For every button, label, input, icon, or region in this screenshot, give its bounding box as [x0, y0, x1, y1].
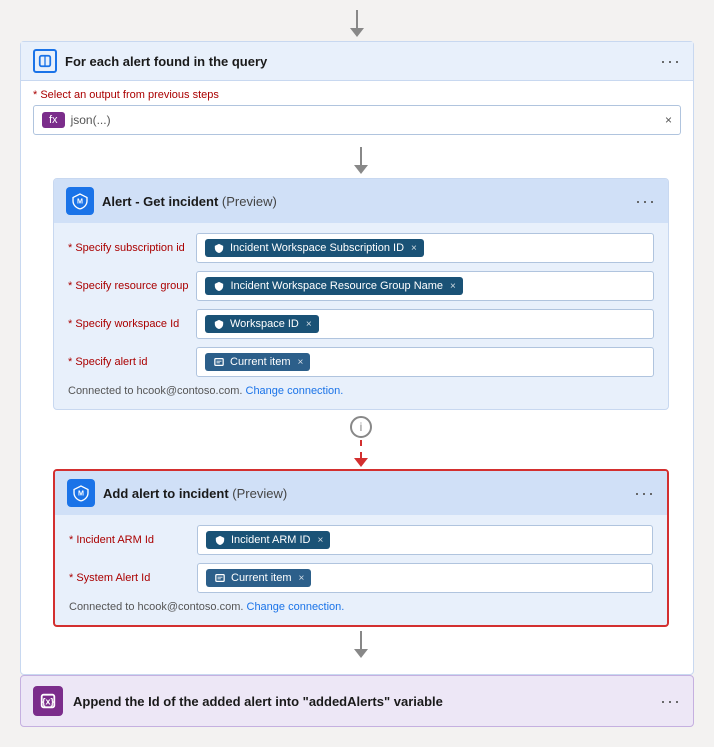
- tag-text-workspace: Workspace ID: [230, 318, 299, 330]
- field-tag-arm-id: Incident ARM ID ×: [206, 531, 330, 549]
- select-output-label: Select an output from previous steps: [33, 89, 681, 101]
- alert-get-incident-body: Specify subscription id Incident Workspa…: [54, 223, 668, 409]
- field-row-subscription: Specify subscription id Incident Workspa…: [68, 233, 654, 263]
- tag-close-resource-group[interactable]: ×: [450, 281, 456, 292]
- foreach-title: For each alert found in the query: [65, 54, 652, 69]
- tag-text-alert: Current item: [230, 356, 291, 368]
- foreach-body: Select an output from previous steps fx …: [21, 81, 693, 674]
- tag-text-arm-id: Incident ARM ID: [231, 534, 310, 546]
- field-input-alert[interactable]: Current item ×: [196, 347, 654, 377]
- foreach-card: For each alert found in the query ··· Se…: [20, 41, 694, 675]
- foreach-icon: [33, 49, 57, 73]
- alert-get-incident-title: Alert - Get incident (Preview): [102, 194, 627, 209]
- field-row-workspace: Specify workspace Id Workspace ID ×: [68, 309, 654, 339]
- field-tag-workspace: Workspace ID ×: [205, 315, 319, 333]
- add-alert-header: M Add alert to incident (Preview) ···: [55, 471, 667, 515]
- shield-icon-arm-id: [213, 533, 227, 547]
- tag-text-subscription: Incident Workspace Subscription ID: [230, 242, 404, 254]
- add-alert-change-connection-link[interactable]: Change connection.: [247, 601, 345, 613]
- field-label-resource-group: Specify resource group: [68, 280, 188, 292]
- field-tag-system-alert: Current item ×: [206, 569, 311, 587]
- shield-icon-subscription: [212, 241, 226, 255]
- select-output-field[interactable]: fx json(...) ×: [33, 105, 681, 135]
- alert-get-incident-connection: Connected to hcook@contoso.com. Change c…: [68, 385, 654, 397]
- tag-text-resource-group: Incident Workspace Resource Group Name: [230, 280, 443, 292]
- fx-close-button[interactable]: ×: [665, 113, 672, 127]
- append-variable-menu-button[interactable]: ···: [660, 691, 681, 712]
- tag-text-system-alert: Current item: [231, 572, 292, 584]
- add-alert-body: Incident ARM Id Incident ARM ID ×: [55, 515, 667, 625]
- append-variable-title: Append the Id of the added alert into "a…: [73, 694, 650, 709]
- field-tag-resource-group: Incident Workspace Resource Group Name ×: [205, 277, 462, 295]
- field-row-arm-id: Incident ARM Id Incident ARM ID ×: [69, 525, 653, 555]
- field-input-system-alert[interactable]: Current item ×: [197, 563, 653, 593]
- field-input-workspace[interactable]: Workspace ID ×: [196, 309, 654, 339]
- alert-get-incident-header: M Alert - Get incident (Preview) ···: [54, 179, 668, 223]
- tag-close-workspace[interactable]: ×: [306, 319, 312, 330]
- append-variable-card: {x} Append the Id of the added alert int…: [20, 675, 694, 727]
- field-label-system-alert: System Alert Id: [69, 572, 189, 584]
- alert-get-incident-card: M Alert - Get incident (Preview) ··· Spe…: [53, 178, 669, 410]
- svg-text:{x}: {x}: [42, 697, 55, 707]
- field-input-resource-group[interactable]: Incident Workspace Resource Group Name ×: [196, 271, 654, 301]
- fx-tag: fx: [42, 112, 65, 128]
- field-label-subscription: Specify subscription id: [68, 242, 188, 254]
- field-label-workspace: Specify workspace Id: [68, 318, 188, 330]
- shield-icon-resource-group: [212, 279, 226, 293]
- alert-get-incident-change-connection-link[interactable]: Change connection.: [246, 385, 344, 397]
- foreach-header: For each alert found in the query ···: [21, 42, 693, 81]
- fx-prefix: fx: [49, 114, 58, 126]
- add-alert-card: M Add alert to incident (Preview) ··· In…: [53, 469, 669, 627]
- shield-icon-workspace: [212, 317, 226, 331]
- inner-content: M Alert - Get incident (Preview) ··· Spe…: [33, 135, 681, 670]
- svg-text:M: M: [78, 489, 84, 498]
- alert-get-incident-icon: M: [66, 187, 94, 215]
- tag-close-alert[interactable]: ×: [298, 357, 304, 368]
- field-label-arm-id: Incident ARM Id: [69, 534, 189, 546]
- field-tag-subscription: Incident Workspace Subscription ID ×: [205, 239, 424, 257]
- tag-close-system-alert[interactable]: ×: [299, 573, 305, 584]
- field-tag-alert: Current item ×: [205, 353, 310, 371]
- add-alert-icon: M: [67, 479, 95, 507]
- fx-value: json(...): [71, 113, 111, 127]
- field-row-system-alert: System Alert Id Current item ×: [69, 563, 653, 593]
- add-alert-connection: Connected to hcook@contoso.com. Change c…: [69, 601, 653, 613]
- tag-close-subscription[interactable]: ×: [411, 243, 417, 254]
- alert-get-incident-menu-button[interactable]: ···: [635, 191, 656, 212]
- field-label-alert: Specify alert id: [68, 356, 188, 368]
- field-row-resource-group: Specify resource group Incident Workspac…: [68, 271, 654, 301]
- append-variable-icon: {x}: [33, 686, 63, 716]
- field-input-arm-id[interactable]: Incident ARM ID ×: [197, 525, 653, 555]
- item-icon-system-alert: [213, 571, 227, 585]
- svg-text:M: M: [77, 197, 83, 206]
- item-icon-alert: [212, 355, 226, 369]
- connector-info-circle: i: [350, 416, 372, 438]
- field-row-alert: Specify alert id Current item ×: [68, 347, 654, 377]
- foreach-menu-button[interactable]: ···: [660, 51, 681, 72]
- tag-close-arm-id[interactable]: ×: [317, 535, 323, 546]
- add-alert-title: Add alert to incident (Preview): [103, 486, 626, 501]
- add-alert-menu-button[interactable]: ···: [634, 483, 655, 504]
- field-input-subscription[interactable]: Incident Workspace Subscription ID ×: [196, 233, 654, 263]
